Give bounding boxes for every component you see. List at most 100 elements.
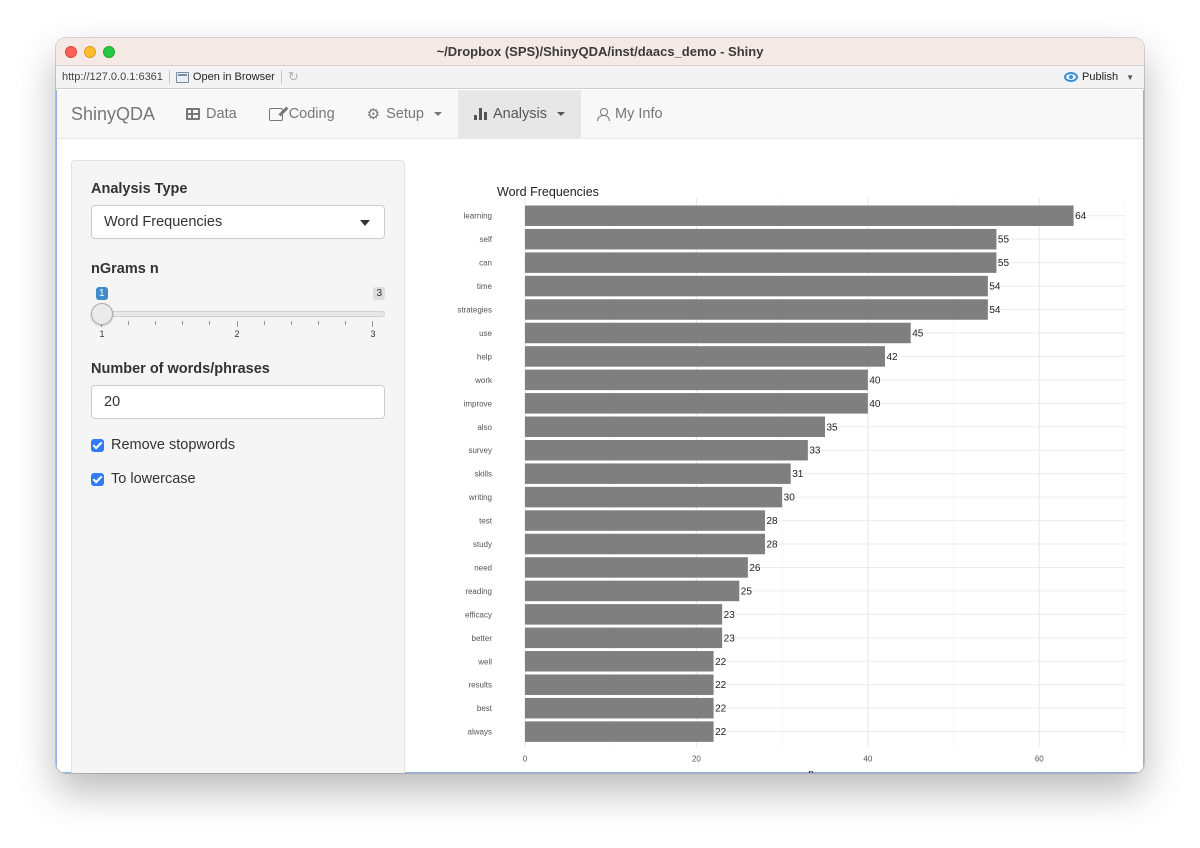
nav-tab-analysis[interactable]: Analysis [458,90,581,138]
data-label: 40 [869,399,881,410]
data-label: 55 [998,258,1010,269]
bar-better [525,627,723,649]
analysis-type-value: Word Frequencies [104,214,223,230]
to-lowercase-checkbox[interactable]: To lowercase [91,471,385,487]
divider [280,70,282,84]
bar-strategies [525,299,988,320]
bar-chart: Word Frequencies n learning 64 self 55 can 55… [457,185,1126,773]
x-tick-label: 40 [863,754,872,763]
bar-test [525,510,765,531]
y-tick-label: writing [468,493,492,502]
slider-tick [128,321,130,325]
nav-tab-coding[interactable]: Coding [253,90,351,138]
y-tick-label: time [477,282,493,291]
ngrams-slider[interactable]: 1 3 1 2 3 [91,285,385,347]
x-tick-label: 20 [692,754,701,763]
bar-best [525,697,714,719]
slider-tick [263,321,265,325]
bar-skills [525,463,791,484]
data-label: 25 [741,586,753,597]
y-tick-label: work [474,376,493,385]
caret-down-icon [360,220,370,226]
chart-title: Word Frequencies [497,185,599,199]
nav-tab-data[interactable]: Data [170,90,253,138]
ngrams-label: nGrams n [91,261,159,277]
y-tick-label: can [479,259,492,268]
to-lowercase-label: To lowercase [111,471,196,487]
bar-results [525,674,714,695]
y-tick-label: strategies [457,306,492,315]
y-tick-label: use [479,329,492,338]
num-words-value: 20 [104,394,121,410]
x-axis-label: n [808,768,814,773]
nav-tab-setup[interactable]: ⚙ Setup [351,90,458,138]
bar-time [525,275,988,297]
data-label: 64 [1075,211,1087,222]
edit-icon [268,107,283,121]
y-tick-label: efficacy [465,610,492,619]
sidebar-panel: Analysis Type Word Frequencies nGrams n … [71,160,405,773]
y-tick-label: best [477,704,493,713]
open-in-browser-button[interactable]: Open in Browser [175,71,275,83]
bar-improve [525,393,868,414]
data-label: 54 [989,282,1001,293]
bar-well [525,651,714,672]
data-label: 54 [989,305,1001,316]
data-label: 26 [749,563,761,574]
publish-icon [1064,72,1078,82]
bar-writing [525,486,783,508]
data-label: 28 [767,516,779,527]
slider-track[interactable] [98,311,385,317]
bar-learning [525,205,1074,226]
bar-need [525,557,748,578]
data-label: 23 [724,633,736,644]
x-tick-label: 0 [523,754,528,763]
bar-self [525,228,997,250]
y-tick-label: learning [464,212,492,221]
brand-logo[interactable]: ShinyQDA [57,90,170,138]
chevron-down-icon: ▼ [1126,72,1134,82]
remove-stopwords-checkbox[interactable]: Remove stopwords [91,437,385,453]
table-icon [186,108,201,120]
nav-tab-my-info[interactable]: My Info [581,90,679,138]
publish-button[interactable]: Publish ▼ [1064,71,1134,83]
viewer-toolbar: http://127.0.0.1:6361 Open in Browser ↻ … [56,66,1144,89]
open-in-browser-label: Open in Browser [192,71,275,83]
bar-study [525,533,765,555]
divider [168,70,170,84]
checkbox-checked-icon[interactable] [91,472,104,486]
checkbox-checked-icon[interactable] [91,438,104,452]
word-frequency-plot: Word Frequencies n learning 64 self 55 can 55… [437,156,1137,773]
user-icon [597,107,610,121]
window-title: ~/Dropbox (SPS)/ShinyQDA/inst/daacs_demo… [436,44,764,59]
slider-max-badge: 3 [373,287,385,300]
nav-tab-label: Setup [386,106,424,122]
slider-tick [372,321,373,327]
publish-label: Publish [1082,71,1119,83]
slider-ticks [101,321,385,327]
y-tick-label: always [468,728,492,737]
analysis-type-select[interactable]: Word Frequencies [91,205,385,239]
x-tick-label: 60 [1035,754,1044,763]
nav-tab-label: Coding [288,106,335,122]
data-label: 22 [715,680,727,691]
bar-chart-icon [474,108,487,120]
num-words-input[interactable]: 20 [91,385,385,419]
slider-handle[interactable] [91,303,113,325]
url-text[interactable]: http://127.0.0.1:6361 [56,71,163,83]
app-content: ShinyQDA Data Coding ⚙ Setup Analysis My… [56,90,1144,773]
data-label: 35 [827,422,839,433]
title-bar: ~/Dropbox (SPS)/ShinyQDA/inst/daacs_demo… [56,38,1144,66]
bar-also [525,416,825,438]
data-label: 55 [998,235,1010,246]
y-tick-label: need [474,563,492,572]
data-label: 22 [715,727,727,738]
refresh-icon[interactable]: ↻ [288,69,299,85]
slider-tick-label: 1 [99,329,105,339]
bar-use [525,322,911,344]
bar-reading [525,580,740,602]
bar-can [525,252,997,273]
app-window: ~/Dropbox (SPS)/ShinyQDA/inst/daacs_demo… [56,38,1144,773]
slider-tick [290,321,292,325]
y-tick-label: study [473,540,492,549]
